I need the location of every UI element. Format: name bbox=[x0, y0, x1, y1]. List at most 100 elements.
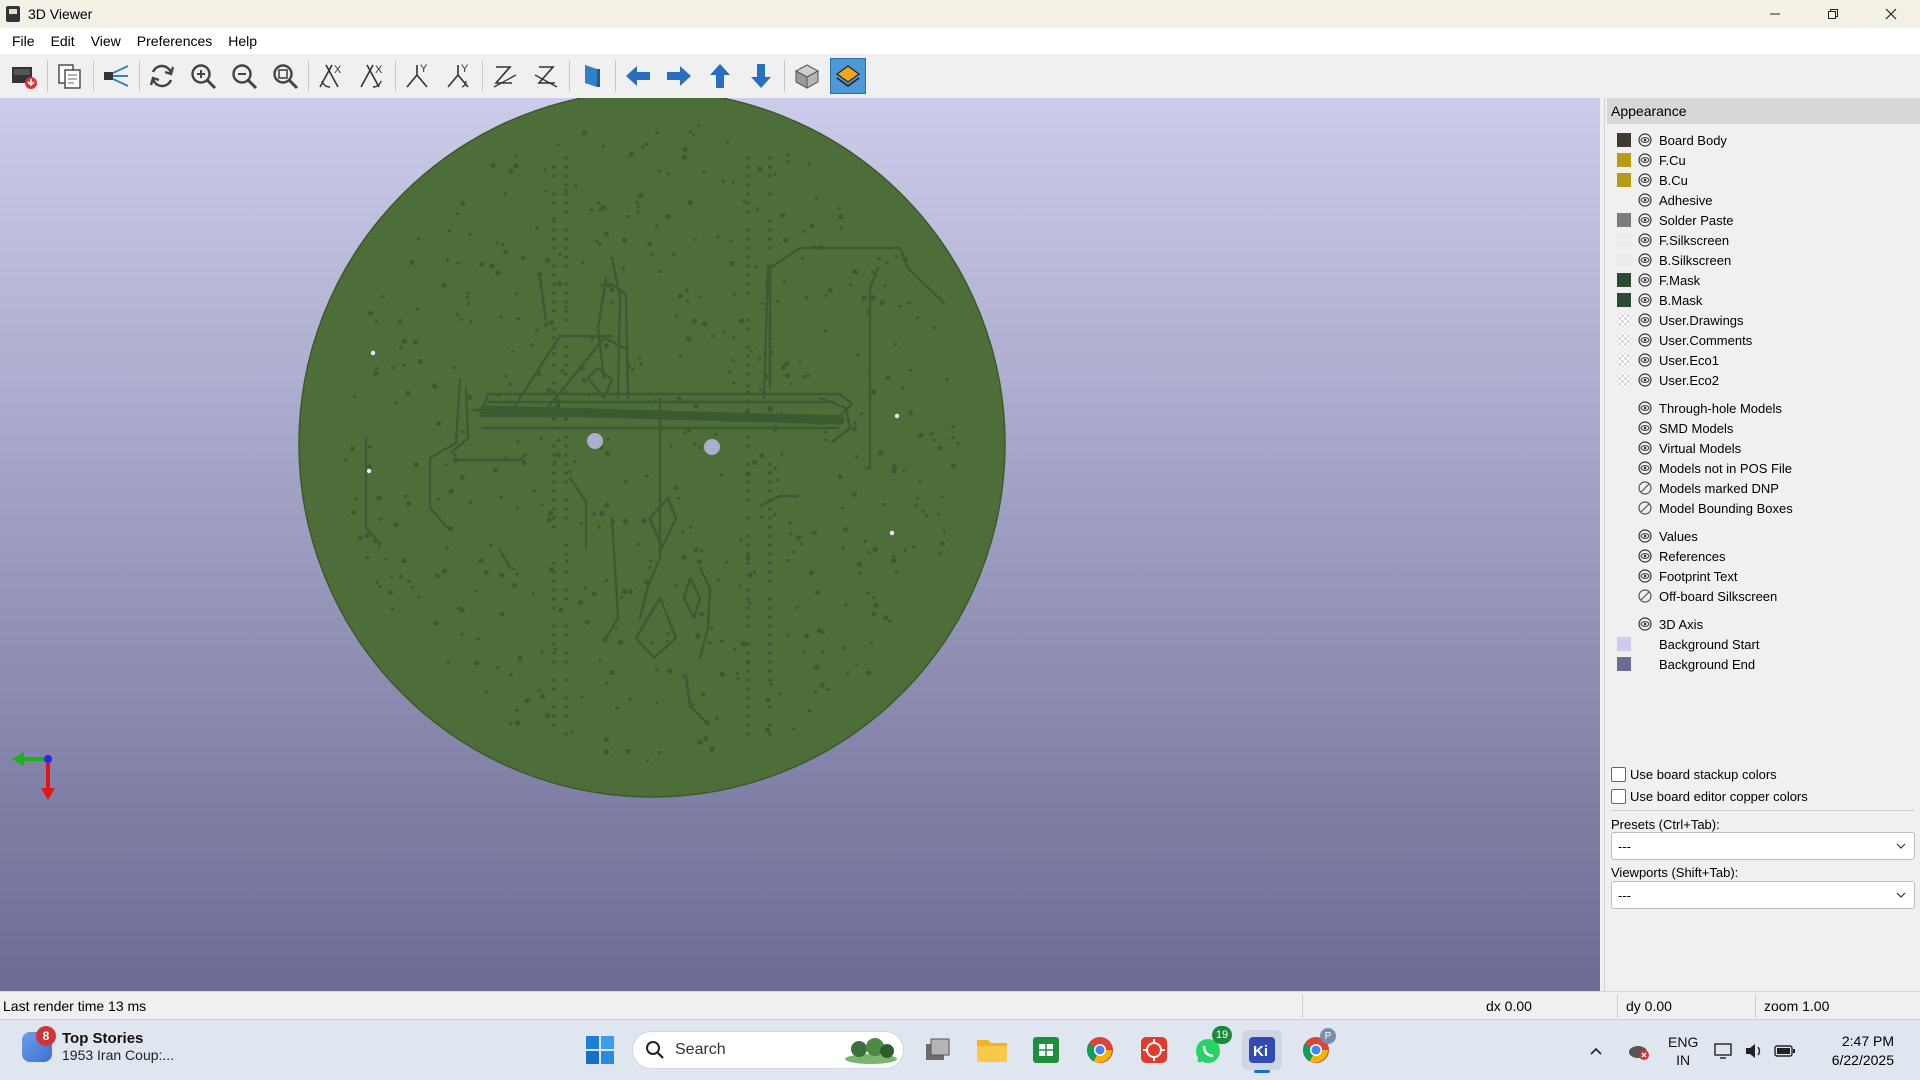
battery-icon[interactable] bbox=[1774, 1044, 1796, 1058]
minimize-button[interactable] bbox=[1746, 0, 1804, 28]
kicad-button[interactable]: Ki bbox=[1242, 1030, 1282, 1073]
network-icon[interactable] bbox=[1714, 1042, 1734, 1060]
layer-row-user-comments[interactable]: User.Comments bbox=[1605, 330, 1920, 350]
layer-row-through-hole-models[interactable]: Through-hole Models bbox=[1605, 398, 1920, 418]
layers-panel-button[interactable] bbox=[830, 58, 866, 94]
zoom-in-button[interactable] bbox=[185, 58, 221, 94]
3d-canvas[interactable] bbox=[0, 98, 1600, 991]
visibility-toggle[interactable] bbox=[1637, 172, 1653, 188]
move-up-button[interactable] bbox=[702, 58, 738, 94]
visibility-toggle[interactable] bbox=[1637, 232, 1653, 248]
flip-board-button[interactable] bbox=[574, 58, 610, 94]
copy-image-button[interactable] bbox=[52, 58, 88, 94]
visibility-toggle[interactable] bbox=[1637, 192, 1653, 208]
chrome-profile-button[interactable]: P bbox=[1296, 1028, 1336, 1070]
layer-row-virtual-models[interactable]: Virtual Models bbox=[1605, 438, 1920, 458]
color-swatch[interactable] bbox=[1617, 333, 1631, 347]
layer-row-user-eco2[interactable]: User.Eco2 bbox=[1605, 370, 1920, 390]
rotate-z-ccw-button[interactable] bbox=[528, 58, 564, 94]
layer-row-b-mask[interactable]: B.Mask bbox=[1605, 290, 1920, 310]
color-swatch[interactable] bbox=[1617, 637, 1631, 651]
visibility-toggle[interactable] bbox=[1637, 152, 1653, 168]
visibility-toggle[interactable] bbox=[1637, 352, 1653, 368]
visibility-toggle[interactable] bbox=[1637, 440, 1653, 456]
menu-preferences[interactable]: Preferences bbox=[129, 33, 220, 49]
layer-row-f-mask[interactable]: F.Mask bbox=[1605, 270, 1920, 290]
layer-row-background-start[interactable]: Background Start bbox=[1605, 634, 1920, 654]
visibility-toggle[interactable] bbox=[1637, 528, 1653, 544]
menu-file[interactable]: File bbox=[4, 33, 43, 49]
move-left-button[interactable] bbox=[620, 58, 656, 94]
layer-row-board-body[interactable]: Board Body bbox=[1605, 130, 1920, 150]
reload-button[interactable] bbox=[144, 58, 180, 94]
rotate-x-ccw-button[interactable]: X bbox=[354, 58, 390, 94]
rotate-y-cw-button[interactable]: Y bbox=[400, 58, 436, 94]
layer-row-adhesive[interactable]: Adhesive bbox=[1605, 190, 1920, 210]
color-swatch[interactable] bbox=[1617, 273, 1631, 287]
start-button[interactable] bbox=[580, 1030, 620, 1070]
visibility-toggle[interactable] bbox=[1637, 272, 1653, 288]
visibility-toggle[interactable] bbox=[1637, 132, 1653, 148]
visibility-toggle[interactable] bbox=[1637, 480, 1653, 496]
menu-view[interactable]: View bbox=[83, 33, 129, 49]
layer-row-models-not-in-pos-file[interactable]: Models not in POS File bbox=[1605, 458, 1920, 478]
color-swatch[interactable] bbox=[1617, 213, 1631, 227]
close-button[interactable] bbox=[1862, 0, 1920, 28]
layer-row-b-silkscreen[interactable]: B.Silkscreen bbox=[1605, 250, 1920, 270]
color-swatch[interactable] bbox=[1617, 153, 1631, 167]
chrome-button[interactable] bbox=[1080, 1030, 1120, 1070]
task-view-button[interactable] bbox=[918, 1030, 958, 1070]
menu-help[interactable]: Help bbox=[220, 33, 265, 49]
visibility-toggle[interactable] bbox=[1637, 312, 1653, 328]
visibility-toggle[interactable] bbox=[1637, 500, 1653, 516]
rotate-y-ccw-button[interactable]: Y bbox=[441, 58, 477, 94]
use-copper-colors-option[interactable]: Use board editor copper colors bbox=[1611, 789, 1808, 804]
clock[interactable]: 2:47 PM 6/22/2025 bbox=[1832, 1032, 1894, 1070]
visibility-toggle[interactable] bbox=[1637, 616, 1653, 632]
file-explorer-button[interactable] bbox=[972, 1030, 1012, 1070]
export-image-button[interactable] bbox=[6, 58, 42, 94]
layer-row-footprint-text[interactable]: Footprint Text bbox=[1605, 566, 1920, 586]
layer-row-user-eco1[interactable]: User.Eco1 bbox=[1605, 350, 1920, 370]
layer-row-smd-models[interactable]: SMD Models bbox=[1605, 418, 1920, 438]
layer-row-references[interactable]: References bbox=[1605, 546, 1920, 566]
use-stackup-colors-checkbox[interactable] bbox=[1611, 767, 1626, 782]
menu-edit[interactable]: Edit bbox=[43, 33, 83, 49]
color-swatch[interactable] bbox=[1617, 293, 1631, 307]
color-swatch[interactable] bbox=[1617, 353, 1631, 367]
color-swatch[interactable] bbox=[1617, 133, 1631, 147]
color-swatch[interactable] bbox=[1617, 233, 1631, 247]
volume-icon[interactable] bbox=[1744, 1042, 1764, 1060]
zoom-fit-button[interactable] bbox=[267, 58, 303, 94]
layer-row-solder-paste[interactable]: Solder Paste bbox=[1605, 210, 1920, 230]
visibility-toggle[interactable] bbox=[1637, 332, 1653, 348]
visibility-toggle[interactable] bbox=[1637, 292, 1653, 308]
chevron-up-icon[interactable] bbox=[1588, 1043, 1604, 1059]
layer-row-models-marked-dnp[interactable]: Models marked DNP bbox=[1605, 478, 1920, 498]
layer-row-values[interactable]: Values bbox=[1605, 526, 1920, 546]
language-indicator[interactable]: ENG IN bbox=[1668, 1033, 1698, 1069]
zoom-out-button[interactable] bbox=[226, 58, 262, 94]
security-status-icon[interactable] bbox=[1628, 1041, 1650, 1061]
orthographic-button[interactable] bbox=[789, 58, 825, 94]
move-right-button[interactable] bbox=[661, 58, 697, 94]
visibility-toggle[interactable] bbox=[1637, 252, 1653, 268]
layer-row-model-bounding-boxes[interactable]: Model Bounding Boxes bbox=[1605, 498, 1920, 518]
visibility-toggle[interactable] bbox=[1637, 548, 1653, 564]
news-widget[interactable]: 8 Top Stories 1953 Iran Coup:... bbox=[22, 1025, 174, 1063]
taskbar-search[interactable]: Search bbox=[632, 1031, 904, 1069]
visibility-toggle[interactable] bbox=[1637, 568, 1653, 584]
visibility-toggle[interactable] bbox=[1637, 212, 1653, 228]
use-stackup-colors-option[interactable]: Use board stackup colors bbox=[1611, 767, 1777, 782]
viewports-dropdown[interactable]: --- bbox=[1611, 881, 1915, 909]
color-swatch[interactable] bbox=[1617, 373, 1631, 387]
layer-row-off-board-silkscreen[interactable]: Off-board Silkscreen bbox=[1605, 586, 1920, 606]
use-copper-colors-checkbox[interactable] bbox=[1611, 789, 1626, 804]
visibility-toggle[interactable] bbox=[1637, 460, 1653, 476]
red-app-button[interactable] bbox=[1134, 1030, 1174, 1070]
layer-row-3d-axis[interactable]: 3D Axis bbox=[1605, 614, 1920, 634]
layer-row-b-cu[interactable]: B.Cu bbox=[1605, 170, 1920, 190]
layer-row-f-silkscreen[interactable]: F.Silkscreen bbox=[1605, 230, 1920, 250]
visibility-toggle[interactable] bbox=[1637, 400, 1653, 416]
layer-row-user-drawings[interactable]: User.Drawings bbox=[1605, 310, 1920, 330]
